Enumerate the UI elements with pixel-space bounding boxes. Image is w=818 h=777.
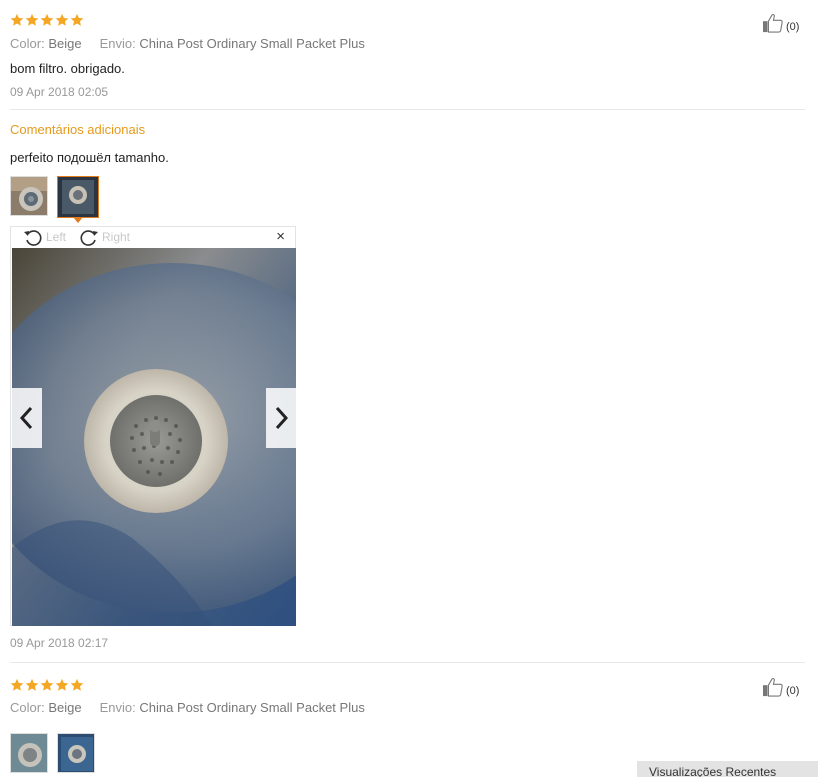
rotate-right-icon bbox=[80, 230, 98, 246]
rotate-left-button[interactable]: Left bbox=[23, 228, 66, 246]
rotate-left-icon bbox=[24, 230, 42, 246]
selected-caret bbox=[73, 217, 83, 223]
recently-viewed-button[interactable]: Visualizações Recentes bbox=[637, 761, 818, 777]
rating-stars bbox=[10, 678, 84, 692]
rotate-left-label: Left bbox=[46, 230, 67, 244]
review-attributes: Color: Beige Envio: China Post Ordinary … bbox=[10, 700, 365, 715]
color-key: Color: bbox=[10, 36, 45, 51]
color-value: Beige bbox=[48, 36, 82, 51]
like-button[interactable]: (0) bbox=[762, 677, 799, 697]
additional-comments-heading: Comentários adicionais bbox=[10, 122, 146, 137]
color-key: Color: bbox=[10, 700, 45, 715]
star-icon bbox=[10, 678, 24, 692]
star-icon bbox=[10, 13, 24, 27]
next-image-button[interactable] bbox=[266, 388, 296, 448]
rotate-right-label: Right bbox=[102, 230, 131, 244]
review-photo-large bbox=[12, 248, 296, 626]
image-viewer: Left Right × bbox=[10, 226, 296, 626]
star-icon bbox=[40, 13, 54, 27]
color-value: Beige bbox=[48, 700, 82, 715]
shipping-value: China Post Ordinary Small Packet Plus bbox=[139, 36, 365, 51]
star-icon bbox=[55, 13, 69, 27]
like-count: (0) bbox=[786, 21, 800, 33]
shipping-value: China Post Ordinary Small Packet Plus bbox=[139, 700, 365, 715]
like-button[interactable]: (0) bbox=[762, 13, 799, 33]
star-icon bbox=[25, 13, 39, 27]
photo-thumbnail[interactable] bbox=[10, 733, 48, 773]
star-icon bbox=[70, 13, 84, 27]
viewer-toolbar: Left Right × bbox=[11, 227, 295, 247]
divider bbox=[10, 109, 805, 110]
divider bbox=[10, 662, 805, 663]
star-icon bbox=[25, 678, 39, 692]
shipping-key: Envio: bbox=[99, 36, 136, 51]
photo-thumbnail-selected[interactable] bbox=[57, 176, 99, 218]
additional-comment-text: perfeito подошёл tamanho. bbox=[10, 150, 169, 165]
photo-thumbnail[interactable] bbox=[10, 176, 48, 216]
photo-thumbnail[interactable] bbox=[57, 733, 95, 773]
close-icon[interactable]: × bbox=[276, 228, 285, 246]
previous-image-button[interactable] bbox=[12, 388, 42, 448]
review-text: bom filtro. obrigado. bbox=[10, 61, 125, 76]
star-icon bbox=[55, 678, 69, 692]
like-count: (0) bbox=[786, 685, 800, 697]
rotate-right-button[interactable]: Right bbox=[79, 228, 130, 246]
additional-comment-date: 09 Apr 2018 02:17 bbox=[10, 636, 109, 650]
star-icon bbox=[40, 678, 54, 692]
review-attributes: Color: Beige Envio: China Post Ordinary … bbox=[10, 36, 365, 51]
shipping-key: Envio: bbox=[99, 700, 136, 715]
thumbs-up-icon bbox=[762, 677, 784, 697]
thumbs-up-icon bbox=[762, 13, 784, 33]
review-date: 09 Apr 2018 02:05 bbox=[10, 85, 109, 99]
chevron-right-icon bbox=[275, 406, 289, 430]
rating-stars bbox=[10, 13, 84, 27]
star-icon bbox=[70, 678, 84, 692]
chevron-left-icon bbox=[19, 406, 33, 430]
